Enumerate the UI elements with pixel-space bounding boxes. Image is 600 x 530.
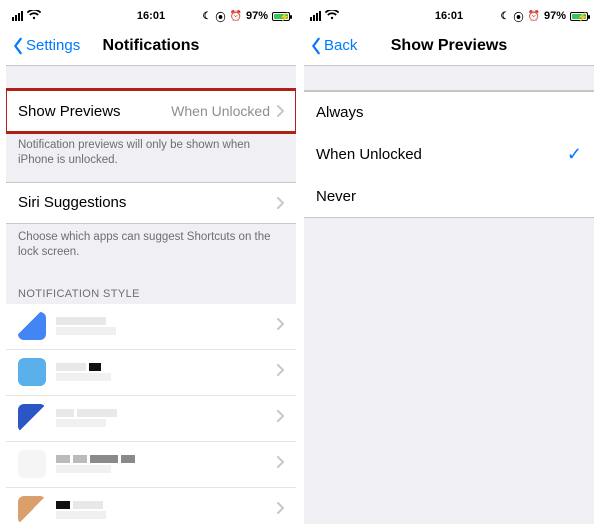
app-meta [56, 363, 266, 381]
app-row[interactable] [6, 442, 296, 488]
app-meta [56, 409, 266, 427]
status-bar: 16:01 ☾ ⦿ ⏰ 97% ⚡ [304, 6, 594, 26]
chevron-right-icon [276, 105, 284, 117]
chevron-right-icon [276, 409, 284, 427]
section-header: NOTIFICATION STYLE [6, 274, 296, 304]
screen-notifications: 16:01 ☾ ⦿ ⏰ 97% ⚡ Settings Notifications… [6, 6, 296, 524]
screen-show-previews: 16:01 ☾ ⦿ ⏰ 97% ⚡ Back Show Previews Alw… [304, 6, 594, 524]
app-row[interactable] [6, 350, 296, 396]
cell-show-previews[interactable]: Show Previews When Unlocked [6, 90, 296, 132]
cell-label: Show Previews [18, 103, 171, 120]
dnd-icon: ☾ [501, 11, 510, 22]
app-meta [56, 317, 266, 335]
cell-signal-icon [310, 11, 321, 21]
back-button[interactable]: Back [310, 37, 357, 55]
page-title: Show Previews [391, 37, 508, 55]
status-bar: 16:01 ☾ ⦿ ⏰ 97% ⚡ [6, 6, 296, 26]
nav-bar: Settings Notifications [6, 26, 296, 66]
chevron-right-icon [276, 363, 284, 381]
chevron-right-icon [276, 197, 284, 209]
back-label: Settings [26, 37, 80, 54]
checkmark-icon: ✓ [567, 144, 582, 165]
nav-bar: Back Show Previews [304, 26, 594, 66]
option-label: Always [316, 104, 582, 121]
option-label: Never [316, 188, 582, 205]
battery-icon: ⚡ [570, 12, 588, 21]
wifi-icon [27, 9, 41, 23]
status-time: 16:01 [137, 10, 165, 22]
cell-signal-icon [12, 11, 23, 21]
section-footer: Notification previews will only be shown… [6, 132, 296, 182]
app-row[interactable] [6, 304, 296, 350]
option-never[interactable]: Never [304, 175, 594, 217]
app-row[interactable] [6, 396, 296, 442]
app-icon [18, 312, 46, 340]
back-button[interactable]: Settings [12, 37, 80, 55]
option-label: When Unlocked [316, 146, 567, 163]
chevron-left-icon [12, 37, 24, 55]
lock-icon: ⦿ [514, 9, 524, 24]
page-title: Notifications [103, 37, 200, 55]
battery-percent: 97% [544, 10, 566, 22]
back-label: Back [324, 37, 357, 54]
battery-percent: 97% [246, 10, 268, 22]
alarm-icon: ⏰ [528, 11, 540, 22]
chevron-right-icon [276, 317, 284, 335]
section-footer: Choose which apps can suggest Shortcuts … [6, 224, 296, 274]
cell-siri-suggestions[interactable]: Siri Suggestions [6, 182, 296, 224]
app-row[interactable] [6, 488, 296, 524]
app-icon [18, 496, 46, 524]
battery-icon: ⚡ [272, 12, 290, 21]
app-icon [18, 404, 46, 432]
wifi-icon [325, 9, 339, 23]
app-meta [56, 501, 266, 519]
dnd-icon: ☾ [203, 11, 212, 22]
chevron-left-icon [310, 37, 322, 55]
cell-value: When Unlocked [171, 103, 270, 119]
lock-icon: ⦿ [216, 9, 226, 24]
app-icon [18, 358, 46, 386]
chevron-right-icon [276, 455, 284, 473]
cell-label: Siri Suggestions [18, 194, 276, 211]
options-group: Always When Unlocked ✓ Never [304, 90, 594, 218]
chevron-right-icon [276, 501, 284, 519]
status-time: 16:01 [435, 10, 463, 22]
option-when-unlocked[interactable]: When Unlocked ✓ [304, 133, 594, 175]
option-always[interactable]: Always [304, 91, 594, 133]
app-icon [18, 450, 46, 478]
app-meta [56, 455, 266, 473]
alarm-icon: ⏰ [230, 11, 242, 22]
